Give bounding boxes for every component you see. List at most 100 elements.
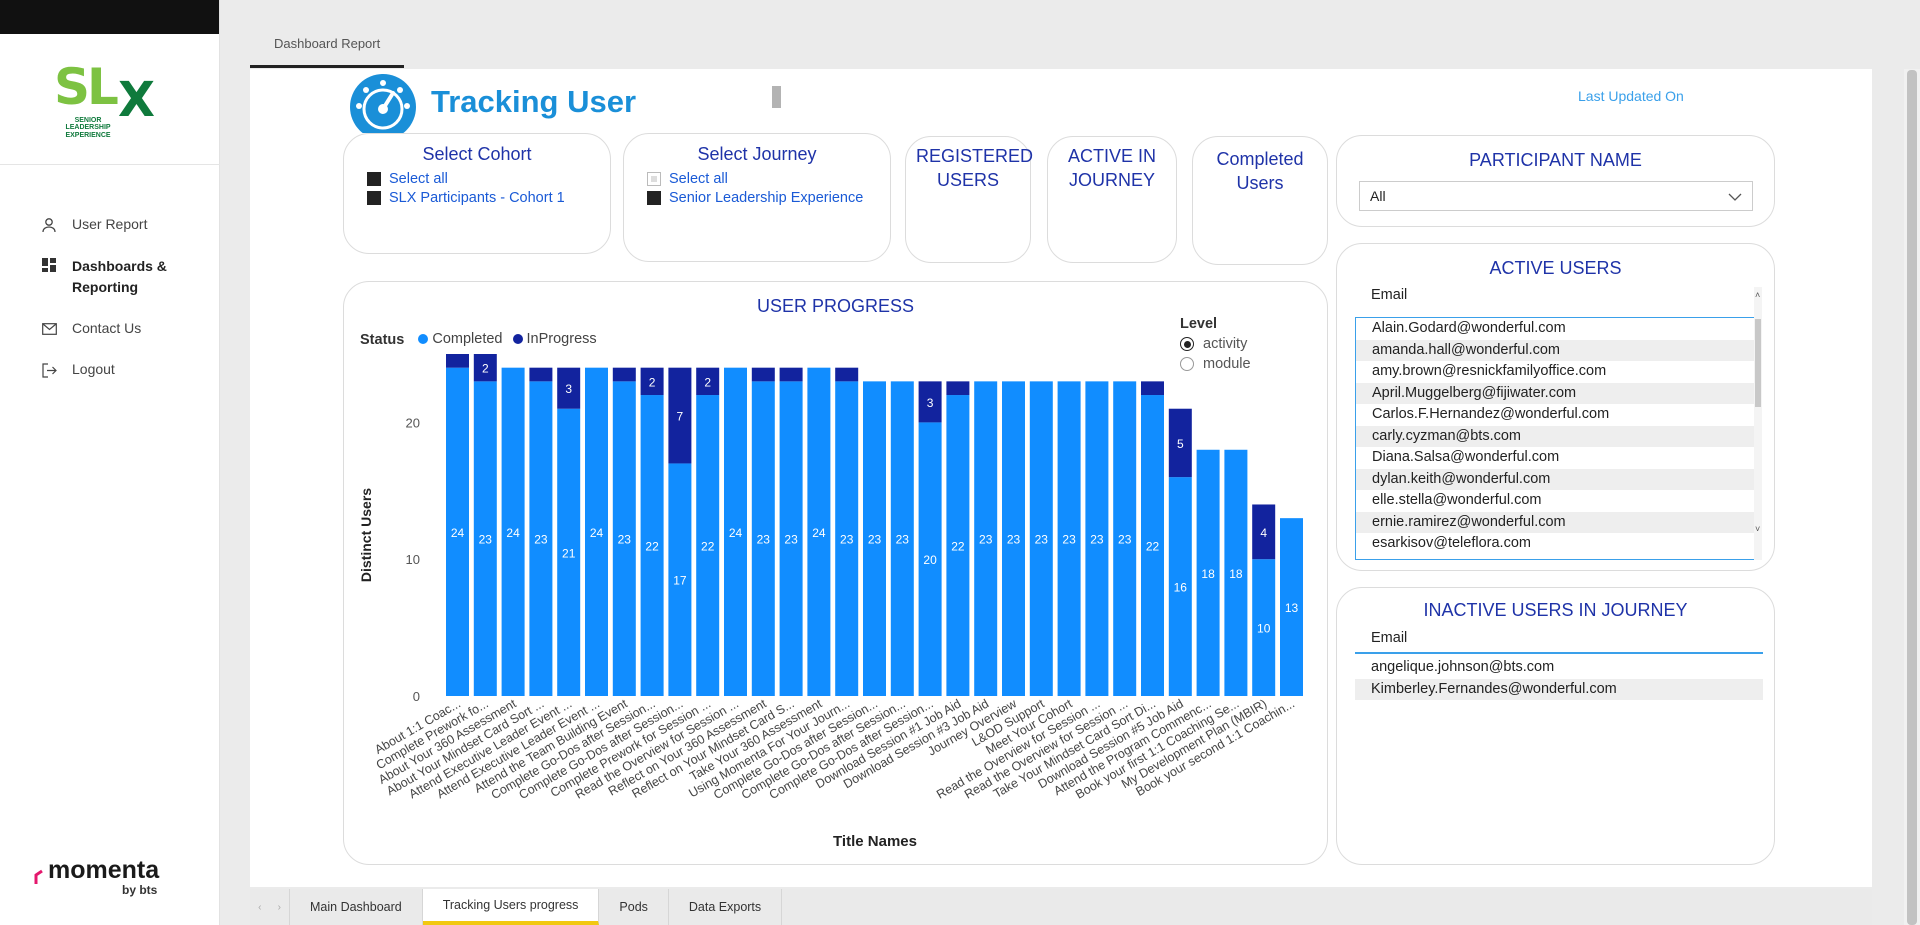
table-row[interactable]: angelique.johnson@bts.com (1355, 657, 1763, 679)
data-label-completed: 24 (590, 526, 604, 540)
bar-inprogress[interactable] (946, 381, 970, 396)
option-label: Senior Leadership Experience (669, 190, 864, 206)
chevron-left-icon[interactable]: ‹ (258, 902, 261, 913)
scroll-down-icon[interactable]: ˅ (1755, 524, 1760, 534)
page-tab[interactable]: Pods (599, 889, 669, 925)
active-users-scrollbar[interactable]: ˄ ˅ (1754, 287, 1762, 560)
sidebar-divider (0, 164, 220, 165)
bar-inprogress[interactable] (529, 367, 553, 382)
table-row[interactable]: Diana.Salsa@wonderful.com (1356, 447, 1754, 469)
sidebar-item-logout[interactable]: Logout (40, 361, 115, 379)
gauge-icon (350, 74, 416, 133)
data-label-completed: 23 (840, 533, 854, 547)
inactive-users-list[interactable]: angelique.johnson@bts.com Kimberley.Ferna… (1355, 657, 1763, 700)
kpi-registered-users: REGISTERED USERS (905, 136, 1033, 263)
participant-slicer: PARTICIPANT NAME All (1336, 135, 1775, 227)
active-users-list[interactable]: Alain.Godard@wonderful.com amanda.hall@wo… (1355, 317, 1754, 560)
tab-dashboard-report[interactable]: Dashboard Report (250, 28, 405, 68)
checkbox[interactable] (367, 172, 381, 186)
data-label-completed: 23 (479, 533, 493, 547)
journey-option-select-all[interactable]: Select all (647, 171, 890, 187)
data-label-completed: 22 (951, 540, 965, 554)
sidebar-item-label: Logout (72, 361, 115, 377)
data-label-completed: 22 (645, 540, 659, 554)
y-tick-label: 10 (406, 552, 420, 567)
page-scrollbar[interactable] (1904, 69, 1920, 925)
data-label-completed: 23 (534, 533, 548, 547)
top-tabs: Dashboard Report (250, 28, 405, 68)
cohort-option-cohort-1[interactable]: SLX Participants - Cohort 1 (367, 190, 610, 206)
data-label-completed: 21 (562, 546, 576, 560)
data-label-completed: 13 (1285, 601, 1299, 615)
option-label: Select all (669, 171, 728, 187)
column-header-email[interactable]: Email (1355, 630, 1763, 654)
sidebar-item-user-report[interactable]: User Report (40, 216, 147, 234)
data-label-inprogress: 2 (649, 375, 656, 389)
bar-inprogress[interactable] (835, 367, 859, 382)
active-users-title: ACTIVE USERS (1489, 258, 1622, 278)
table-row[interactable]: April.Muggelberg@fijiwater.com (1356, 382, 1754, 404)
table-row[interactable]: elle.stella@wonderful.com (1356, 490, 1754, 512)
data-label-completed: 24 (812, 526, 826, 540)
data-label-completed: 23 (1035, 533, 1049, 547)
kpi-completed-users: Completed Users (1192, 136, 1328, 265)
table-row[interactable]: amanda.hall@wonderful.com (1356, 339, 1754, 361)
journey-option-senior-leadership[interactable]: Senior Leadership Experience (647, 190, 890, 206)
data-label-inprogress: 7 (677, 410, 684, 424)
user-progress-chart[interactable]: 01020Distinct UsersTitle Names24About 1:… (344, 282, 1329, 866)
data-label-completed: 23 (1062, 533, 1076, 547)
table-row[interactable]: Carlos.F.Hernandez@wonderful.com (1356, 404, 1754, 426)
data-label-completed: 16 (1174, 581, 1188, 595)
table-row[interactable]: esarkisov@teleflora.com (1356, 533, 1754, 555)
logout-icon (40, 361, 58, 379)
inactive-users-title: INACTIVE USERS IN JOURNEY (1423, 600, 1688, 620)
data-label-completed: 24 (729, 526, 743, 540)
sidebar-item-label: Dashboards & Reporting (72, 258, 167, 295)
momenta-logo: momenta by bts (34, 856, 159, 897)
data-label-inprogress: 5 (1177, 437, 1184, 451)
data-label-completed: 10 (1257, 622, 1271, 636)
page-title: Tracking User (431, 84, 637, 119)
page-slider-handle[interactable] (772, 86, 781, 108)
bar-inprogress[interactable] (612, 367, 636, 382)
kpi-title: Completed Users (1216, 149, 1304, 193)
data-label-completed: 23 (1007, 533, 1021, 547)
bar-inprogress[interactable] (751, 367, 775, 382)
table-row[interactable]: Alain.Godard@wonderful.com (1356, 318, 1754, 340)
table-row[interactable]: dylan.keith@wonderful.com (1356, 468, 1754, 490)
scroll-up-icon[interactable]: ˄ (1755, 290, 1760, 300)
page-tab[interactable]: Tracking Users progress (422, 889, 600, 925)
cohort-option-select-all[interactable]: Select all (367, 171, 610, 187)
sidebar-item-contact-us[interactable]: Contact Us (40, 320, 141, 338)
journey-slicer: Select Journey Select all Senior Leaders… (623, 133, 891, 262)
page-tab[interactable]: Data Exports (669, 889, 783, 925)
brand-name: momenta (48, 856, 160, 884)
table-row[interactable]: Kimberley.Fernandes@wonderful.com (1355, 678, 1763, 700)
y-tick-label: 0 (413, 689, 420, 704)
data-label-completed: 23 (1118, 533, 1132, 547)
page-tabs-nav: ‹ › (250, 889, 290, 925)
data-label-inprogress: 3 (927, 396, 934, 410)
scrollbar-thumb[interactable] (1907, 70, 1917, 925)
participant-dropdown[interactable]: All (1359, 181, 1753, 211)
data-label-completed: 23 (618, 533, 632, 547)
page-tab[interactable]: Main Dashboard (290, 889, 423, 925)
slx-logo: SL X SENIOR LEADERSHIP EXPERIENCE (54, 58, 156, 139)
checkbox[interactable] (647, 191, 661, 205)
bar-inprogress[interactable] (1141, 381, 1164, 396)
user-icon (40, 216, 58, 234)
bar-inprogress[interactable] (446, 354, 469, 368)
data-label-completed: 23 (868, 533, 882, 547)
chevron-right-icon[interactable]: › (278, 902, 281, 913)
table-row[interactable]: carly.cyzman@bts.com (1356, 425, 1754, 447)
table-row[interactable]: ernie.ramirez@wonderful.com (1356, 511, 1754, 533)
column-header-email[interactable]: Email (1355, 287, 1762, 309)
bar-inprogress[interactable] (779, 367, 803, 382)
data-label-completed: 18 (1229, 567, 1243, 581)
checkbox[interactable] (367, 191, 381, 205)
sidebar-item-dashboards[interactable]: Dashboards & Reporting (40, 256, 182, 298)
scrollbar-thumb[interactable] (1755, 319, 1761, 407)
checkbox[interactable] (647, 172, 661, 186)
table-row[interactable]: amy.brown@resnickfamilyoffice.com (1356, 361, 1754, 383)
data-label-completed: 17 (673, 574, 687, 588)
